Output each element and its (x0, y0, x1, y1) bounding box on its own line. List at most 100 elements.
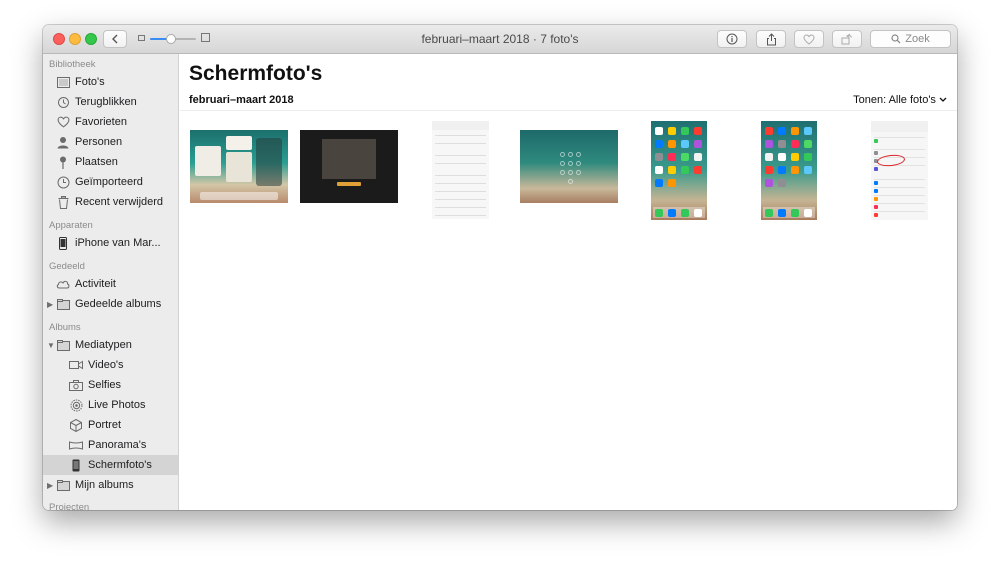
sidebar-item-live-photos[interactable]: Live Photos (43, 395, 178, 415)
trash-icon (56, 195, 70, 209)
folder-icon (56, 478, 70, 492)
rotate-button[interactable] (832, 30, 862, 48)
sidebar: Bibliotheek Foto's Terugblikken Favoriet… (43, 54, 179, 510)
sidebar-item-label: Gedeelde albums (75, 298, 162, 310)
play-bar (337, 182, 361, 186)
app-icon (804, 166, 812, 174)
panorama-icon (69, 438, 83, 452)
settings-row (874, 195, 925, 196)
photo-thumbnail-ipad-video[interactable] (300, 130, 398, 203)
folder-icon (56, 297, 70, 311)
keypad-dot (560, 161, 565, 166)
sidebar-item-label: Portret (88, 419, 122, 431)
sidebar-item-label: Plaatsen (75, 156, 118, 168)
settings-row (435, 215, 486, 216)
show-filter-dropdown[interactable]: Tonen: Alle foto's (853, 94, 947, 106)
photo-thumbnail-ipad-lockscreen[interactable] (520, 130, 618, 203)
keypad-dot (568, 161, 573, 166)
photo-thumbnail-ipad-multitask[interactable] (190, 130, 288, 203)
sidebar-item-plaatsen[interactable]: Plaatsen (43, 152, 178, 172)
app-icon (668, 127, 676, 135)
screenshot-icon (69, 458, 83, 472)
section-header-gedeeld: Gedeeld (49, 261, 85, 272)
disclosure-down-icon[interactable]: ▼ (47, 341, 55, 350)
disclosure-right-icon[interactable]: ▶ (47, 300, 53, 309)
sidebar-item-favorieten[interactable]: Favorieten (43, 112, 178, 132)
zoom-slider[interactable] (138, 33, 210, 45)
photo-thumbnail-iphone-settings[interactable] (432, 121, 489, 219)
back-button[interactable] (103, 30, 127, 48)
photo-thumbnail-iphone-homescreen[interactable] (651, 121, 707, 220)
video-frame (322, 139, 376, 179)
sidebar-item-mijn-albums[interactable]: ▶ Mijn albums (43, 475, 178, 495)
app-icon (681, 140, 689, 148)
settings-row (435, 191, 486, 192)
app-icon (778, 153, 786, 161)
app-icon (804, 153, 812, 161)
settings-row (435, 143, 486, 144)
search-field[interactable]: Zoek (870, 30, 951, 48)
sidebar-item-iphone[interactable]: iPhone van Mar... (43, 233, 178, 253)
sidebar-item-label: Activiteit (75, 278, 116, 290)
page-title: Schermfoto's (189, 62, 323, 85)
app-icon (681, 166, 689, 174)
favorite-button[interactable] (794, 30, 824, 48)
sidebar-item-recent-verwijderd[interactable]: Recent verwijderd (43, 192, 178, 212)
dock-app-icon (668, 209, 676, 217)
sidebar-item-label: Panorama's (88, 439, 147, 451)
chevron-down-icon (939, 94, 947, 106)
sidebar-item-selfies[interactable]: Selfies (43, 375, 178, 395)
settings-row (435, 199, 486, 200)
sidebar-item-label: Live Photos (88, 399, 146, 411)
settings-row-icon (874, 181, 878, 185)
window-title: februari–maart 2018 · 7 foto's (421, 32, 579, 46)
filter-label: Tonen: Alle foto's (853, 94, 936, 106)
cube-icon (69, 418, 83, 432)
sidebar-item-geimporteerd[interactable]: Geïmporteerd (43, 172, 178, 192)
sidebar-item-panoramas[interactable]: Panorama's (43, 435, 178, 455)
settings-row (874, 179, 925, 180)
sidebar-item-schermfotos[interactable]: Schermfoto's (43, 455, 178, 475)
settings-row (874, 137, 925, 138)
app-icon (778, 140, 786, 148)
search-placeholder: Zoek (905, 33, 930, 45)
settings-row (435, 163, 486, 164)
photo-thumbnail-iphone-homescreen-2[interactable] (761, 121, 817, 220)
dock (200, 192, 278, 200)
info-button[interactable] (717, 30, 747, 48)
sidebar-item-gedeelde-albums[interactable]: ▶ Gedeelde albums (43, 294, 178, 314)
dock-app-icon (694, 209, 702, 217)
sidebar-item-mediatypen[interactable]: ▼ Mediatypen (43, 335, 178, 355)
sidebar-item-label: Recent verwijderd (75, 196, 164, 208)
sidebar-item-activiteit[interactable]: Activiteit (43, 274, 178, 294)
app-icon (694, 166, 702, 174)
camera-icon (69, 378, 83, 392)
sidebar-item-personen[interactable]: Personen (43, 132, 178, 152)
settings-row (874, 211, 925, 212)
iphone-icon (56, 236, 70, 250)
dock-app-icon (804, 209, 812, 217)
photo-thumbnail-iphone-settings-annotated[interactable] (871, 121, 928, 220)
minimize-button[interactable] (69, 33, 81, 45)
close-button[interactable] (53, 33, 65, 45)
sidebar-item-label: Foto's (75, 76, 105, 88)
zoom-window-button[interactable] (85, 33, 97, 45)
cloud-icon (56, 277, 70, 291)
zoom-track[interactable] (150, 34, 196, 44)
app-icon (765, 153, 773, 161)
app-icon (778, 179, 786, 187)
sidebar-item-portret[interactable]: Portret (43, 415, 178, 435)
sidebar-item-fotos[interactable]: Foto's (43, 72, 178, 92)
zoom-knob[interactable] (165, 34, 176, 44)
main-content: Schermfoto's februari–maart 2018 Tonen: … (180, 54, 957, 510)
sidebar-item-videos[interactable]: Video's (43, 355, 178, 375)
keypad-dot (568, 179, 573, 184)
settings-row-icon (874, 167, 878, 171)
share-button[interactable] (756, 30, 786, 48)
folder-icon (56, 338, 70, 352)
disclosure-right-icon[interactable]: ▶ (47, 481, 53, 490)
section-header-projecten: Projecten (49, 502, 90, 510)
dock-app-icon (681, 209, 689, 217)
sidebar-item-terugblikken[interactable]: Terugblikken (43, 92, 178, 112)
keypad-dot (568, 152, 573, 157)
